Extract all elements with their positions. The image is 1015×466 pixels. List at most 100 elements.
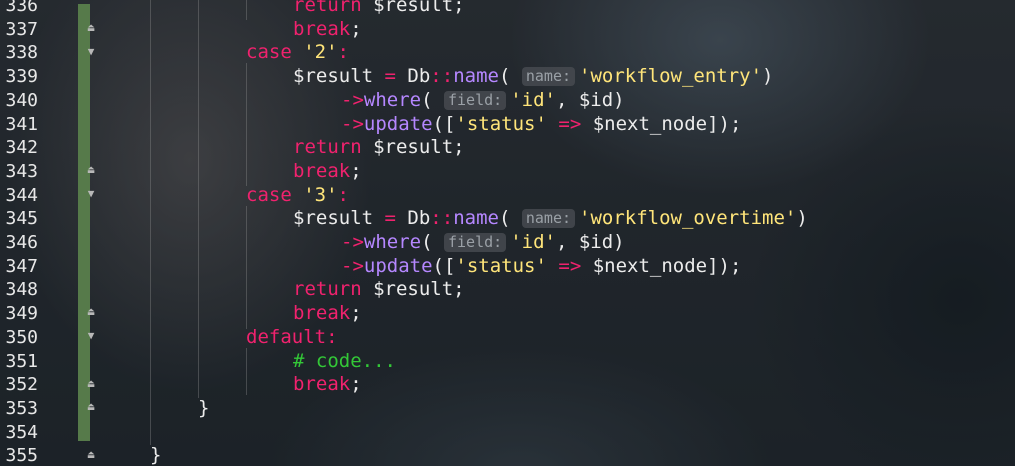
code-text: , $id) [555,88,625,111]
fold-start-icon[interactable]: ▼ [85,46,97,58]
method-name: update [363,112,433,135]
code-text: ; [350,373,362,396]
code-text: : [337,183,349,206]
code-text: $result; [361,136,465,159]
operator: = [373,207,408,230]
code-text: $next_node]); [592,112,742,135]
keyword: case [246,183,292,206]
indent-guide [246,63,247,186]
string-literal: 'workflow_overtime' [579,207,797,230]
code-text: ; [350,159,362,182]
line-number: 346 [5,232,38,253]
code-line-341: ->update(['status' => $next_node]); [341,113,741,137]
fold-start-icon[interactable]: ▼ [85,330,97,342]
method-name: name [453,65,499,88]
variable: $result [293,65,374,88]
method-name: where [363,88,422,111]
fold-start-icon[interactable]: ▼ [85,188,97,200]
code-line-339: $result = Db::name( name:'workflow_entry… [293,65,774,89]
keyword: default [246,325,327,348]
string-literal: '3' [303,183,338,206]
fold-end-icon[interactable]: ⏏ [85,22,97,34]
paren: ( [421,88,433,111]
variable: $result [293,207,374,230]
closing-brace: } [198,396,210,419]
code-line-343: break; [293,160,362,184]
paren: ( [498,65,511,88]
keyword: break [293,373,351,396]
keyword: break [293,302,351,325]
closing-brace: } [150,444,162,466]
operator: -> [341,88,364,111]
code-line-336: return $result; [293,0,465,18]
code-line-345: $result = Db::name( name:'workflow_overt… [293,207,808,231]
method-name: update [363,254,433,277]
line-number: 340 [5,89,38,111]
indent-guide [246,0,247,20]
code-line-347: ->update(['status' => $next_node]); [341,255,741,279]
operator: -> [341,231,364,253]
code-line-342: return $result; [293,136,465,160]
code-line-338: case '2': [246,41,349,65]
string-literal: 'status' [455,254,547,277]
comment: # code... [293,349,396,372]
gutter: 336 337 338 339 340 341 342 343 344 345 … [0,0,100,466]
parameter-hint: field: [444,90,507,110]
code-text: $result; [361,0,465,16]
fold-end-icon[interactable]: ⏏ [85,449,97,461]
code-line-337: break; [293,18,362,42]
operator: => [546,254,593,277]
class-name: Db [407,65,431,88]
line-number: 344 [5,184,38,206]
string-literal: 'workflow_entry' [579,65,763,88]
fold-end-icon[interactable]: ⏏ [85,378,97,390]
code-text: $result; [361,278,465,301]
code-line-350: default: [246,326,338,350]
code-text: : [326,325,338,348]
line-number: 336 [5,0,38,16]
keyword: break [293,17,351,40]
code-text: , $id) [555,231,625,253]
line-number: 352 [5,374,38,396]
line-number: 342 [5,137,38,159]
string-literal: '2' [303,41,338,64]
keyword: return [293,136,362,159]
code-line-353: } [198,397,209,421]
paren: ( [498,207,511,230]
paren: ) [796,207,808,230]
string-literal: 'status' [455,112,547,135]
parameter-hint: field: [444,233,507,252]
fold-end-icon[interactable]: ⏏ [85,164,97,176]
line-number: 350 [5,326,38,348]
keyword: break [293,159,351,182]
line-number: 354 [5,421,38,443]
fold-end-icon[interactable]: ⏏ [85,306,97,318]
paren: ([ [432,112,456,135]
code-line-340: ->where( field:'id', $id) [341,89,625,113]
code-line-348: return $result; [293,278,465,302]
paren: ([ [432,254,456,277]
code-editor[interactable]: 336 337 338 339 340 341 342 343 344 345 … [0,0,1015,466]
method-name: name [453,207,499,230]
code-line-346: ->where( field:'id', $id) [341,231,625,255]
line-number: 353 [5,397,38,419]
line-number: 337 [5,18,38,40]
code-text: $next_node]); [592,254,742,277]
line-number: 351 [5,350,38,372]
code-text: ; [350,302,362,325]
operator: :: [430,207,454,230]
class-name: Db [407,207,431,230]
string-literal: 'id' [510,88,556,111]
indent-guide [246,348,247,395]
operator: = [373,65,408,88]
change-marker-bar [78,4,90,441]
line-number: 347 [5,255,38,277]
code-text: ; [350,17,362,40]
fold-end-icon[interactable]: ⏏ [85,401,97,413]
indent-guide [198,0,199,398]
code-line-349: break; [293,302,362,326]
method-name: where [363,231,422,253]
code-text: : [337,41,349,64]
code-line-351: # code... [293,350,396,374]
code-line-344: case '3': [246,184,349,208]
